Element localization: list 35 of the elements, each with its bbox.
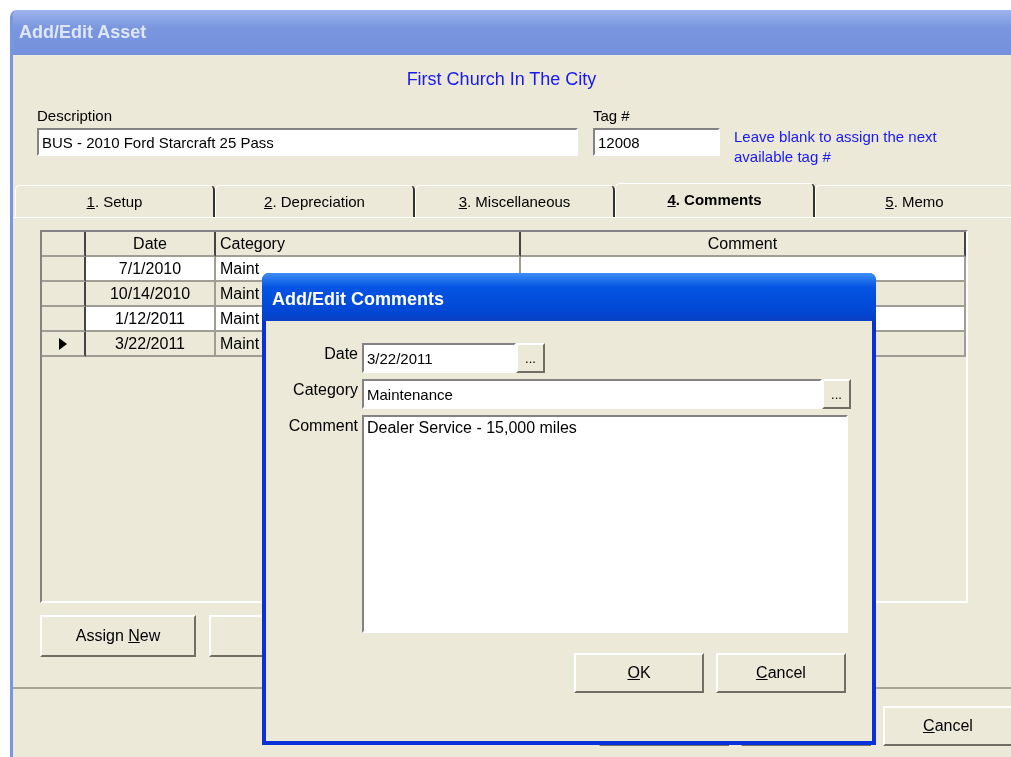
category-label: Category bbox=[292, 380, 359, 399]
row-selector[interactable] bbox=[42, 282, 86, 307]
tab[interactable]: 5. Memo bbox=[815, 185, 1011, 217]
assign-new-button[interactable]: Assign New bbox=[40, 615, 196, 657]
window-title: Add/Edit Asset bbox=[13, 10, 1011, 55]
cancel-button[interactable]: Cancel bbox=[883, 706, 1011, 746]
column-header[interactable]: Category bbox=[216, 232, 521, 257]
ok-button[interactable]: OK bbox=[574, 653, 704, 693]
description-field[interactable]: BUS - 2010 Ford Starcraft 25 Pass bbox=[37, 128, 578, 156]
tag-field[interactable]: 12008 bbox=[593, 128, 720, 156]
tab[interactable]: 4. Comments bbox=[615, 183, 815, 217]
row-selector[interactable] bbox=[42, 307, 86, 332]
current-row-icon bbox=[59, 337, 67, 350]
row-selector[interactable] bbox=[42, 332, 86, 357]
comment-label: Comment bbox=[287, 416, 359, 435]
description-label: Description bbox=[37, 107, 114, 124]
cancel-button[interactable]: Cancel bbox=[716, 653, 846, 693]
row-selector[interactable] bbox=[42, 257, 86, 282]
date-field[interactable]: 3/22/2011 bbox=[362, 343, 516, 373]
table-cell: 3/22/2011 bbox=[86, 332, 216, 357]
organization-name: First Church In The City bbox=[405, 68, 598, 91]
table-cell: 7/1/2010 bbox=[86, 257, 216, 282]
table-cell: 1/12/2011 bbox=[86, 307, 216, 332]
column-header[interactable]: Date bbox=[86, 232, 216, 257]
tag-hint: Leave blank to assign the next available tag # bbox=[734, 127, 938, 167]
column-header[interactable]: Comment bbox=[521, 232, 966, 257]
dialog-title: Add/Edit Comments bbox=[262, 273, 876, 321]
tag-label: Tag # bbox=[593, 107, 631, 124]
category-picker-button[interactable]: ... bbox=[822, 379, 851, 409]
tab[interactable]: 1. Setup bbox=[15, 185, 215, 217]
comment-field[interactable]: Dealer Service - 15,000 miles bbox=[362, 415, 848, 633]
tab[interactable]: 2. Depreciation bbox=[215, 185, 415, 217]
date-picker-button[interactable]: ... bbox=[516, 343, 545, 373]
category-field[interactable]: Maintenance bbox=[362, 379, 822, 409]
table-cell: 10/14/2010 bbox=[86, 282, 216, 307]
